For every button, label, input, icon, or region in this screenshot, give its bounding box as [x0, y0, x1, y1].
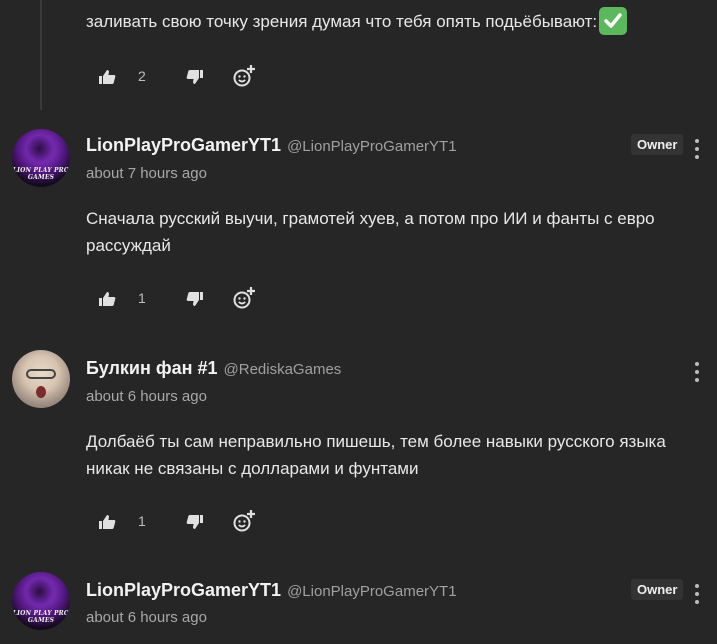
avatar[interactable] — [12, 350, 70, 408]
dislike-icon[interactable] — [186, 513, 204, 536]
like-count: 2 — [138, 68, 146, 84]
avatar-glasses — [26, 369, 56, 379]
more-options-icon[interactable] — [690, 362, 704, 382]
check-mark-emoji — [599, 6, 628, 35]
author-row: LionPlayProGamerYT1 @LionPlayProGamerYT1 — [86, 580, 457, 601]
like-icon[interactable] — [98, 290, 116, 313]
author-handle[interactable]: @LionPlayProGamerYT1 — [287, 138, 456, 155]
add-reaction-icon[interactable] — [232, 64, 256, 93]
avatar-logo-text: LION PLAY PRO GAMES — [12, 167, 70, 181]
author-row: Булкин фан #1 @RediskaGames — [86, 358, 341, 379]
like-count: 1 — [138, 290, 146, 306]
owner-badge: Owner — [631, 134, 684, 155]
author-name[interactable]: LionPlayProGamerYT1 — [86, 135, 281, 155]
author-name[interactable]: Булкин фан #1 — [86, 358, 218, 378]
comment-text: Долбаёб ты сам неправильно пишешь, тем б… — [86, 432, 666, 478]
timestamp: about 7 hours ago — [86, 165, 207, 182]
author-handle[interactable]: @RediskaGames — [224, 361, 342, 378]
author-row: LionPlayProGamerYT1 @LionPlayProGamerYT1 — [86, 135, 457, 156]
avatar-mouth — [36, 386, 46, 398]
comment-actions: 1 — [98, 286, 278, 315]
timestamp: about 6 hours ago — [86, 388, 207, 405]
more-options-icon[interactable] — [690, 584, 704, 604]
author-name[interactable]: LionPlayProGamerYT1 — [86, 580, 281, 600]
author-handle[interactable]: @LionPlayProGamerYT1 — [287, 583, 456, 600]
owner-badge: Owner — [631, 579, 684, 600]
like-icon[interactable] — [98, 513, 116, 536]
lion-logo-icon — [26, 135, 56, 165]
avatar[interactable]: LION PLAY PRO GAMES — [12, 129, 70, 187]
comment-actions: 1 — [98, 509, 278, 538]
comment-text: заливать свою точку зрения думая что теб… — [86, 6, 686, 37]
comment-text: Сначала русский выучи, грамотей хуев, а … — [86, 209, 655, 255]
more-options-icon[interactable] — [690, 139, 704, 159]
like-icon[interactable] — [98, 68, 116, 91]
like-count: 1 — [138, 513, 146, 529]
dislike-icon[interactable] — [186, 68, 204, 91]
timestamp: about 6 hours ago — [86, 609, 207, 626]
avatar-logo-text: LION PLAY PRO GAMES — [12, 610, 70, 624]
dislike-icon[interactable] — [186, 290, 204, 313]
avatar[interactable]: LION PLAY PRO GAMES — [12, 572, 70, 630]
add-reaction-icon[interactable] — [232, 286, 256, 315]
comment-actions: 2 — [98, 64, 278, 93]
add-reaction-icon[interactable] — [232, 509, 256, 538]
lion-logo-icon — [26, 578, 56, 608]
reply-thread-line — [40, 0, 42, 110]
